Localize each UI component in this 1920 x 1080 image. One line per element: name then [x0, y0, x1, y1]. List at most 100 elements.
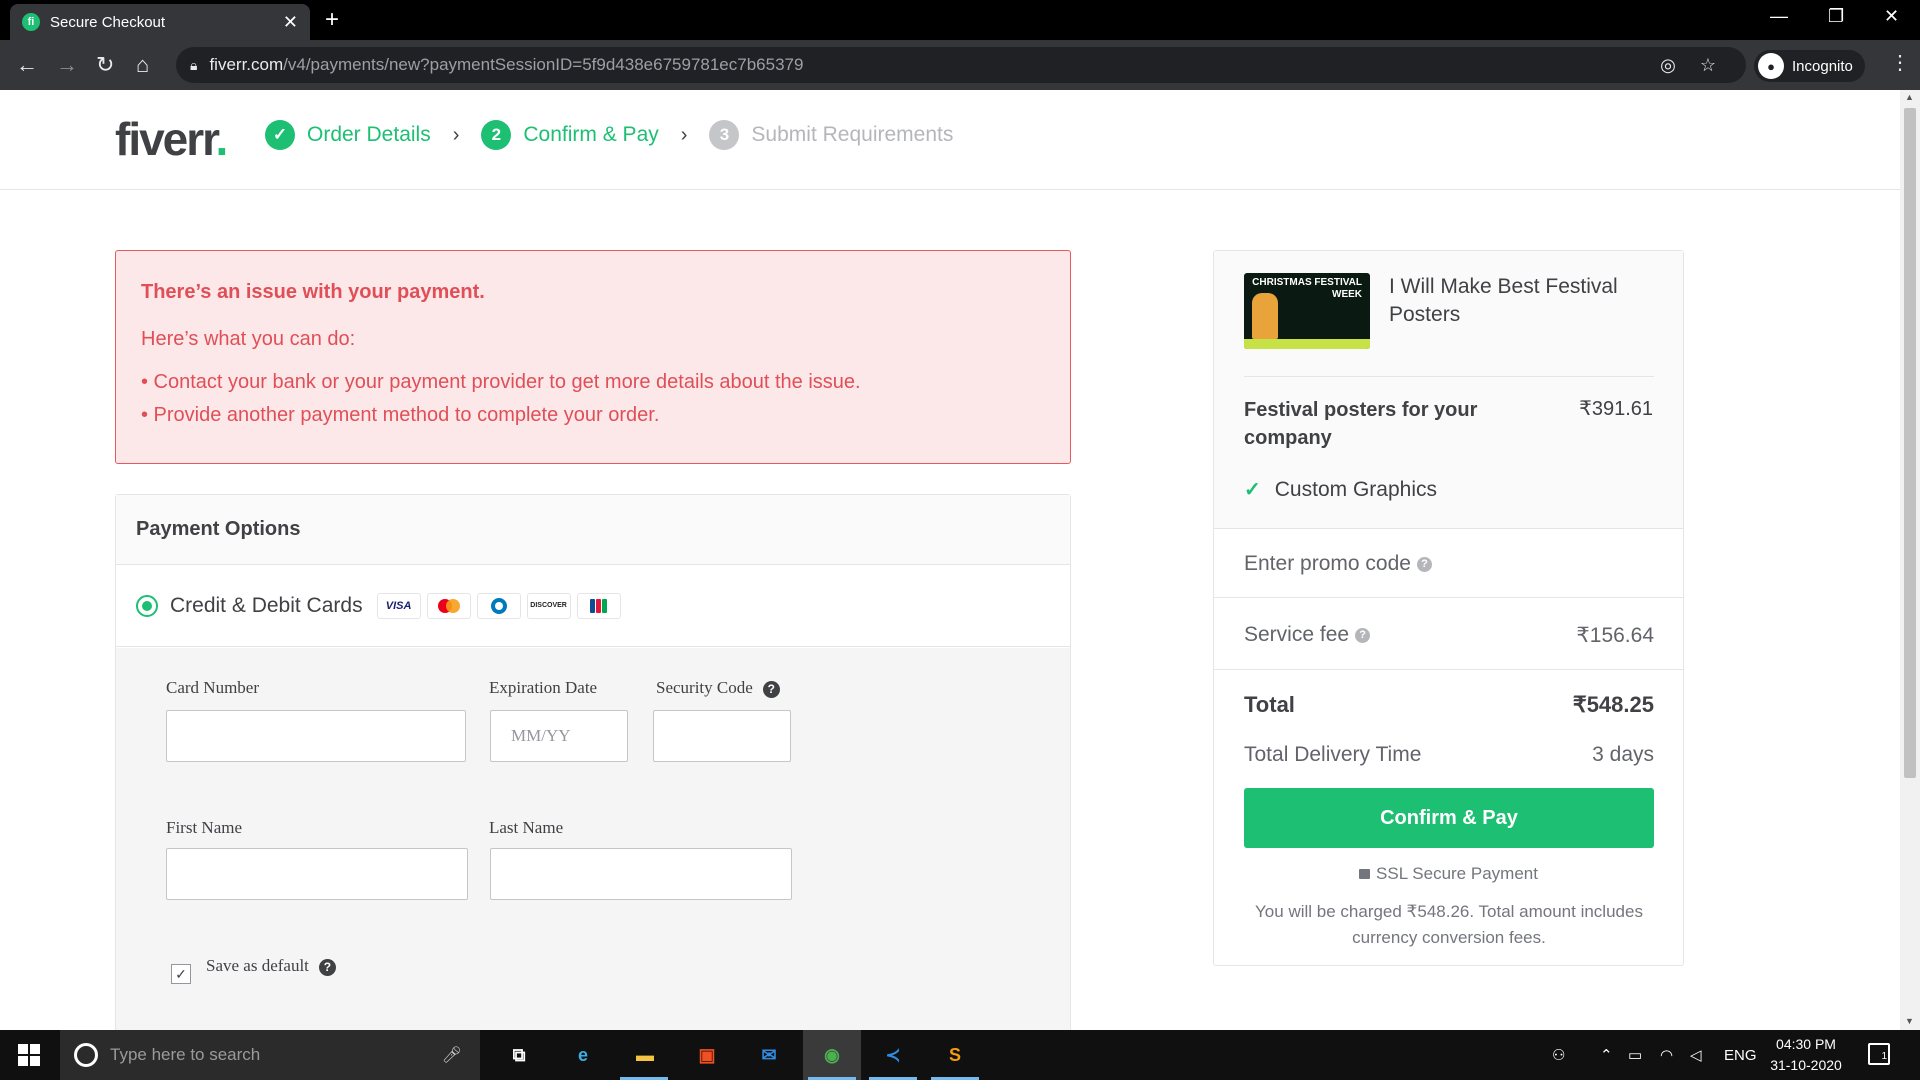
jcb-logo-icon	[576, 592, 621, 619]
step-confirm-pay: 2 Confirm & Pay	[481, 120, 659, 150]
step-label: Confirm & Pay	[523, 123, 659, 146]
window-close-icon[interactable]: ✕	[1884, 6, 1899, 27]
package-price: ₹391.61	[1579, 398, 1653, 420]
back-icon[interactable]: ←	[16, 52, 38, 78]
step-label: Order Details	[307, 123, 431, 146]
taskbar-clock[interactable]: 04:30 PM 31-10-2020	[1766, 1034, 1846, 1076]
card-number-label: Card Number	[166, 678, 260, 697]
scrollbar-thumb[interactable]	[1904, 108, 1916, 778]
browser-tabstrip: fi Secure Checkout ✕ + — ❐ ✕	[0, 0, 1920, 40]
browser-menu-icon[interactable]: ⋮	[1890, 50, 1910, 75]
ssl-secure-label: SSL Secure Payment	[1214, 864, 1683, 884]
wifi-icon[interactable]: ◠	[1660, 1030, 1673, 1080]
people-icon[interactable]: ⚇	[1552, 1030, 1565, 1080]
promo-code-link[interactable]: Enter promo code	[1244, 552, 1411, 575]
logo-dot: .	[215, 113, 229, 165]
mail-icon[interactable]: ✉	[752, 1038, 786, 1072]
url-path: /v4/payments/new?paymentSessionID=5f9d43…	[283, 55, 804, 74]
discover-logo-icon: DISCOVER	[526, 592, 571, 619]
step-number: 3	[709, 120, 740, 150]
chevron-up-icon[interactable]: ⌃	[1600, 1030, 1613, 1080]
alert-item: • Provide another payment method to comp…	[141, 404, 660, 426]
payment-error-alert: There’s an issue with your payment. Here…	[115, 250, 1071, 464]
last-name-input[interactable]	[490, 848, 792, 900]
scroll-down-icon[interactable]: ▼	[1905, 1016, 1914, 1026]
notification-center-icon[interactable]: 1	[1868, 1043, 1890, 1065]
credit-card-radio[interactable]	[136, 594, 158, 617]
edge-browser-icon[interactable]: e	[566, 1038, 600, 1072]
new-tab-icon[interactable]: +	[325, 6, 339, 34]
microsoft-store-icon[interactable]: ▣	[690, 1038, 724, 1072]
credit-debit-option[interactable]: Credit & Debit Cards VISA DISCOVER	[116, 565, 1070, 647]
card-number-input[interactable]	[166, 710, 466, 762]
step-number: 2	[481, 120, 512, 150]
sublime-text-icon[interactable]: S	[938, 1038, 972, 1072]
language-indicator[interactable]: ENG	[1724, 1030, 1757, 1080]
eye-off-icon[interactable]: ◎	[1660, 55, 1676, 76]
home-icon[interactable]: ⌂	[136, 52, 149, 78]
delivery-row: Total Delivery Time 3 days	[1244, 737, 1654, 773]
windows-taskbar: Type here to search 🎤︎ ⧉ e ▬ ▣ ✉ ◉ ≺ S ⚇…	[0, 1030, 1920, 1080]
file-explorer-icon[interactable]: ▬	[628, 1038, 662, 1072]
vscode-icon[interactable]: ≺	[876, 1038, 910, 1072]
help-icon[interactable]: ?	[318, 958, 336, 976]
payment-options-heading: Payment Options	[116, 495, 1070, 565]
last-name-label: Last Name	[489, 818, 564, 837]
close-tab-icon[interactable]: ✕	[283, 12, 298, 33]
battery-icon[interactable]: ▭	[1628, 1030, 1642, 1080]
save-default-text: Save as default	[206, 956, 309, 975]
volume-icon[interactable]: ◁	[1690, 1030, 1702, 1080]
step-submit-requirements: 3 Submit Requirements	[709, 120, 953, 150]
help-icon[interactable]: ?	[1355, 627, 1371, 643]
first-name-label: First Name	[166, 818, 243, 837]
minimize-icon[interactable]: —	[1770, 6, 1788, 27]
windows-start-icon[interactable]	[18, 1044, 40, 1066]
checkout-header: fiverr. ✓ Order Details › 2 Confirm & Pa…	[0, 90, 1900, 190]
check-icon: ✓	[1244, 479, 1261, 501]
security-code-input[interactable]	[653, 710, 791, 762]
taskbar-search[interactable]: Type here to search 🎤︎	[60, 1030, 480, 1080]
bookmark-star-icon[interactable]: ☆	[1700, 55, 1716, 76]
package-name: Festival posters for your company	[1244, 399, 1478, 449]
browser-toolbar: ← → ↻ ⌂ 🔒︎ fiverr.com/v4/payments/new?pa…	[0, 40, 1920, 90]
delivery-label: Total Delivery Time	[1244, 743, 1422, 766]
help-icon[interactable]: ?	[1416, 556, 1432, 572]
task-view-icon[interactable]: ⧉	[502, 1038, 536, 1072]
feature-label: Custom Graphics	[1274, 477, 1437, 501]
chrome-icon[interactable]: ◉	[815, 1038, 849, 1072]
fiverr-logo[interactable]: fiverr.	[115, 112, 229, 166]
promo-code-row[interactable]: Enter promo code?	[1244, 546, 1654, 582]
clock-date: 31-10-2020	[1770, 1057, 1842, 1073]
browser-tab[interactable]: fi Secure Checkout ✕	[10, 4, 310, 40]
microphone-icon[interactable]: 🎤︎	[442, 1045, 462, 1065]
step-order-details[interactable]: ✓ Order Details	[265, 120, 431, 150]
package-feature: ✓ Custom Graphics	[1244, 477, 1437, 502]
page-scrollbar[interactable]: ▲ ▼	[1900, 90, 1920, 1030]
alert-title: There’s an issue with your payment.	[141, 281, 485, 303]
expiration-input[interactable]: MM/YY	[490, 710, 628, 762]
charge-note: You will be charged ₹548.26. Total amoun…	[1255, 902, 1643, 947]
clock-time: 04:30 PM	[1776, 1036, 1836, 1052]
address-bar[interactable]: 🔒︎ fiverr.com/v4/payments/new?paymentSes…	[176, 47, 1746, 83]
lock-icon: 🔒︎	[190, 56, 198, 73]
expiration-label: Expiration Date	[489, 678, 598, 697]
card-form: Card Number Expiration Date MM/YY Securi…	[116, 648, 1070, 1030]
first-name-input[interactable]	[166, 848, 468, 900]
restore-icon[interactable]: ❐	[1828, 6, 1844, 27]
total-value: ₹548.25	[1572, 692, 1654, 717]
scroll-up-icon[interactable]: ▲	[1905, 92, 1914, 102]
security-code-text: Security Code	[656, 678, 753, 697]
help-icon[interactable]: ?	[762, 680, 780, 698]
alert-subtitle: Here’s what you can do:	[141, 328, 356, 350]
checkout-page: fiverr. ✓ Order Details › 2 Confirm & Pa…	[0, 90, 1900, 1030]
gig-title: I Will Make Best Festival Posters	[1389, 275, 1618, 326]
payment-method-label: Credit & Debit Cards	[170, 593, 363, 617]
save-default-checkbox[interactable]: ✓	[171, 964, 191, 984]
notification-count: 1	[1881, 1051, 1887, 1062]
forward-icon[interactable]: →	[56, 52, 78, 78]
url-host: fiverr.com	[209, 55, 284, 74]
checkout-steps: ✓ Order Details › 2 Confirm & Pay › 3 Su…	[265, 120, 953, 150]
incognito-profile[interactable]: ● Incognito	[1754, 50, 1865, 82]
reload-icon[interactable]: ↻	[96, 52, 114, 78]
confirm-pay-button[interactable]: Confirm & Pay	[1244, 788, 1654, 848]
